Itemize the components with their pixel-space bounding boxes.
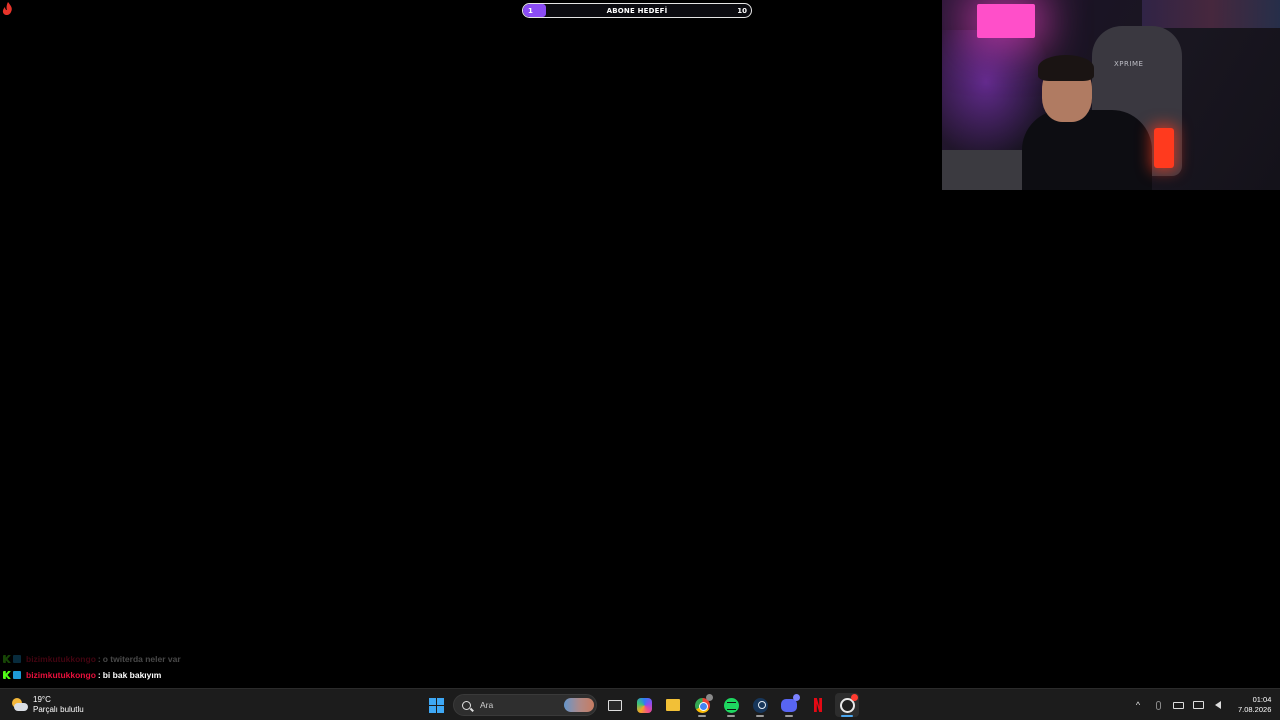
keyboard-icon [1172, 701, 1184, 709]
search-placeholder: Ara [480, 700, 494, 710]
spotify-button[interactable] [719, 693, 743, 717]
running-indicator [727, 715, 735, 717]
goal-target-value: 10 [737, 6, 747, 15]
discord-button[interactable] [777, 693, 801, 717]
task-view-button[interactable] [603, 693, 627, 717]
keyboard-tray-button[interactable] [1168, 695, 1188, 715]
subscriber-badge-icon [13, 655, 21, 663]
monitor-icon [1192, 701, 1204, 709]
taskbar-apps: Ara [424, 693, 864, 717]
netflix-button[interactable] [806, 693, 830, 717]
steam-button[interactable] [748, 693, 772, 717]
kick-badge-icon [3, 655, 11, 663]
chat-message: bizimkutukkongo : bi bak bakıyım [3, 667, 323, 683]
chevron-up-icon: ^ [1135, 700, 1141, 710]
chat-message: bizimkutukkongo : o twiterda neler var [3, 651, 323, 667]
kick-badge-icon [3, 671, 11, 679]
chat-separator: : [97, 670, 101, 680]
taskbar-search-input[interactable]: Ara [453, 694, 597, 716]
clock-date: 7.08.2026 [1238, 705, 1272, 714]
clock-button[interactable]: 01:04 7.08.2026 [1238, 695, 1271, 715]
chat-overlay: bizimkutukkongo : o twiterda neler var b… [3, 651, 323, 683]
speaker-icon [1215, 701, 1221, 709]
subscriber-goal-bar: 1 ABONE HEDEFİ 10 [522, 3, 752, 18]
chat-username: bizimkutukkongo [26, 670, 96, 680]
netflix-icon [814, 698, 822, 712]
show-hidden-icons-button[interactable]: ^ [1128, 695, 1148, 715]
taskbar: 19°C Parçalı bulutlu Ara ^ 01:04 7.08.20… [0, 688, 1280, 720]
chat-text: o twiterda neler var [102, 654, 181, 664]
search-icon [462, 700, 471, 710]
volume-button[interactable] [1208, 695, 1228, 715]
obs-button[interactable] [835, 693, 859, 717]
system-tray: ^ 01:04 7.08.2026 [1128, 693, 1272, 717]
active-indicator [841, 715, 853, 717]
task-view-icon [608, 699, 622, 711]
windows-start-icon [428, 697, 444, 713]
search-highlight-image [564, 698, 594, 712]
webcam-overlay: XPRIME [942, 0, 1280, 190]
running-indicator [698, 715, 706, 717]
microphone-icon [1155, 700, 1161, 710]
chat-text: bi bak bakıyım [102, 670, 162, 680]
pink-lamp [977, 4, 1035, 38]
chat-separator: : [97, 654, 101, 664]
app-logo-icon [2, 2, 12, 16]
streamer-hair [1038, 55, 1094, 81]
spotify-icon [723, 697, 739, 713]
microphone [1154, 128, 1174, 168]
chair-brand: XPRIME [1114, 60, 1144, 68]
chrome-button[interactable] [690, 693, 714, 717]
chat-username: bizimkutukkongo [26, 654, 96, 664]
folder-icon [666, 699, 680, 711]
steam-icon [752, 697, 768, 713]
goal-label: ABONE HEDEFİ [606, 6, 668, 15]
clock-time: 01:04 [1252, 695, 1272, 704]
display-tray-button[interactable] [1188, 695, 1208, 715]
notification-badge [793, 694, 800, 701]
streamer-body [1022, 110, 1152, 190]
copilot-icon [636, 697, 652, 713]
weather-temperature: 19°C [33, 695, 51, 704]
subscriber-badge-icon [13, 671, 21, 679]
running-indicator [756, 715, 764, 717]
profile-badge [706, 694, 713, 701]
start-button[interactable] [424, 693, 448, 717]
weather-widget[interactable]: 19°C Parçalı bulutlu [10, 693, 84, 717]
microphone-tray-button[interactable] [1148, 695, 1168, 715]
file-explorer-button[interactable] [661, 693, 685, 717]
copilot-button[interactable] [632, 693, 656, 717]
recording-badge [851, 694, 858, 701]
running-indicator [785, 715, 793, 717]
wall-poster [1142, 0, 1280, 28]
partly-cloudy-icon [10, 697, 28, 713]
weather-condition: Parçalı bulutlu [33, 705, 84, 714]
